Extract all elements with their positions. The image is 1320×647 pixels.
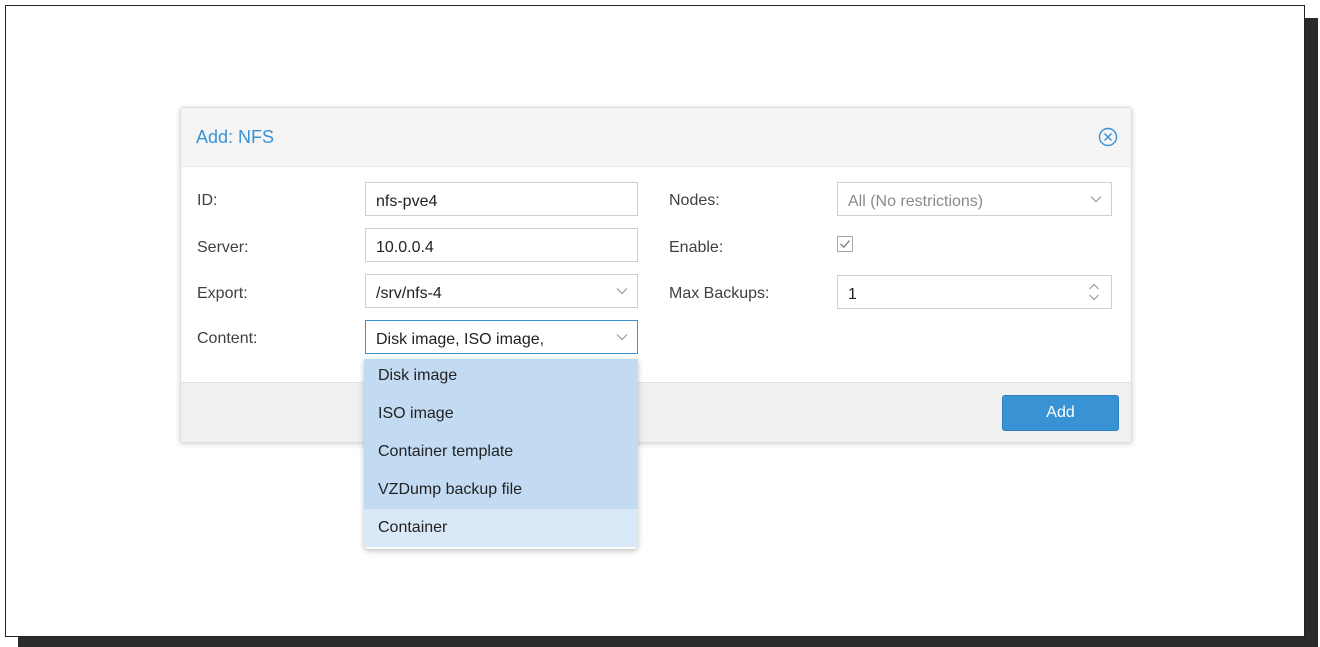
dropdown-item-container[interactable]: Container bbox=[364, 509, 638, 547]
export-value: /srv/nfs-4 bbox=[376, 285, 442, 302]
content-label: Content: bbox=[197, 330, 258, 347]
dialog-footer: Add bbox=[181, 382, 1131, 442]
server-value: 10.0.0.4 bbox=[376, 239, 434, 256]
id-label: ID: bbox=[197, 192, 218, 209]
content-dropdown-list: Disk image ISO image Container template … bbox=[364, 359, 638, 549]
max-backups-label: Max Backups: bbox=[669, 285, 770, 302]
id-value: nfs-pve4 bbox=[376, 193, 438, 210]
id-field[interactable]: nfs-pve4 bbox=[365, 182, 638, 216]
close-icon[interactable] bbox=[1097, 126, 1119, 148]
dropdown-item-iso-image[interactable]: ISO image bbox=[364, 395, 638, 433]
server-field[interactable]: 10.0.0.4 bbox=[365, 228, 638, 262]
enable-label: Enable: bbox=[669, 239, 724, 256]
dropdown-item-vzdump-backup-file[interactable]: VZDump backup file bbox=[364, 471, 638, 509]
chevron-down-icon[interactable] bbox=[1089, 192, 1103, 206]
chevron-down-icon[interactable] bbox=[615, 330, 629, 344]
max-backups-spinner[interactable]: 1 bbox=[837, 275, 1112, 309]
nodes-label: Nodes: bbox=[669, 192, 720, 209]
content-value: Disk image, ISO image, bbox=[376, 331, 545, 348]
server-label: Server: bbox=[197, 239, 249, 256]
dropdown-item-container-template[interactable]: Container template bbox=[364, 433, 638, 471]
dropdown-item-disk-image[interactable]: Disk image bbox=[364, 359, 638, 395]
nodes-placeholder: All (No restrictions) bbox=[848, 193, 984, 210]
export-combo[interactable]: /srv/nfs-4 bbox=[365, 274, 638, 308]
chevron-down-icon[interactable] bbox=[615, 284, 629, 298]
nodes-combo[interactable]: All (No restrictions) bbox=[837, 182, 1112, 216]
content-combo[interactable]: Disk image, ISO image, bbox=[365, 320, 638, 354]
enable-checkbox[interactable] bbox=[837, 236, 853, 252]
dialog-title: Add: NFS bbox=[196, 127, 275, 147]
add-button[interactable]: Add bbox=[1002, 395, 1119, 431]
dialog-header: Add: NFS bbox=[181, 108, 1131, 167]
max-backups-value: 1 bbox=[848, 286, 857, 303]
spinner-arrows-icon[interactable] bbox=[1088, 282, 1100, 302]
export-label: Export: bbox=[197, 285, 248, 302]
